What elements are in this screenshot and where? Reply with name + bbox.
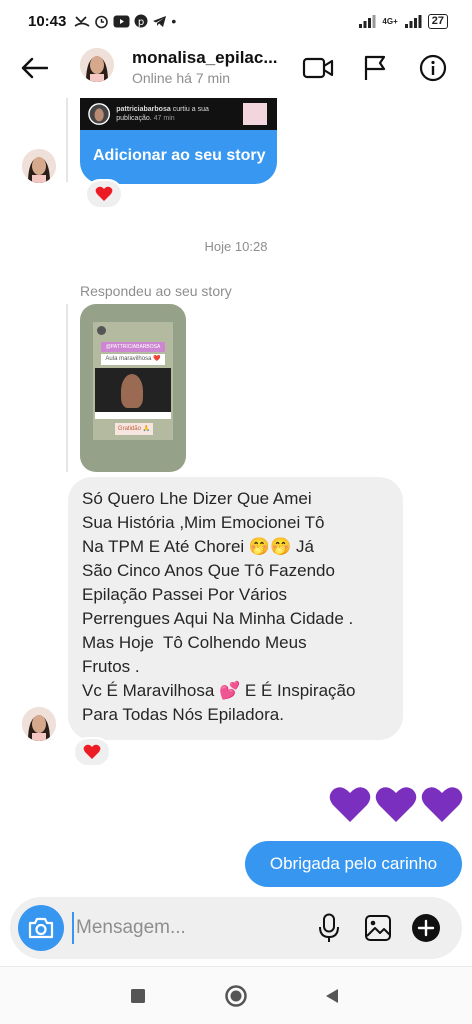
purple-heart-icon bbox=[421, 787, 463, 822]
home-circle-icon bbox=[225, 985, 247, 1007]
camera-icon bbox=[28, 917, 54, 939]
back-nav-button[interactable] bbox=[317, 981, 347, 1011]
story-thanks: Gratidão 🙏 bbox=[115, 423, 153, 435]
missed-call-icon bbox=[74, 16, 90, 27]
notification-thumbnail bbox=[242, 103, 267, 125]
recent-apps-button[interactable] bbox=[123, 981, 153, 1011]
signal-icon-2 bbox=[404, 14, 422, 28]
purple-heart-icon bbox=[329, 787, 371, 822]
chat-header: monalisa_epilac... Online há 7 min bbox=[0, 42, 472, 98]
gallery-button[interactable] bbox=[360, 910, 396, 946]
more-notifications-icon: • bbox=[171, 13, 177, 29]
story-author-avatar bbox=[97, 326, 106, 335]
notification-avatar bbox=[88, 103, 111, 125]
heart-icon bbox=[95, 186, 113, 201]
flag-icon bbox=[364, 55, 386, 80]
heart-icon bbox=[83, 744, 101, 759]
story-strip bbox=[95, 412, 171, 419]
heart-reaction[interactable] bbox=[73, 737, 111, 767]
notification-user: pattriciabarbosa bbox=[116, 106, 171, 113]
story-card-notification: pattriciabarbosa curtiu a sua publicação… bbox=[80, 98, 277, 130]
avatar-photo bbox=[22, 707, 56, 741]
received-message-bubble[interactable]: Só Quero Lhe Dizer Que Amei Sua História… bbox=[68, 477, 403, 740]
signal-icon bbox=[359, 14, 376, 28]
purple-heart-icon bbox=[375, 787, 417, 822]
sent-message-bubble[interactable]: Obrigada pelo carinho bbox=[245, 841, 462, 887]
heart-reaction[interactable] bbox=[85, 179, 123, 209]
avatar[interactable] bbox=[22, 149, 56, 183]
voice-message-button[interactable] bbox=[311, 910, 347, 946]
sent-hearts-message[interactable] bbox=[328, 784, 464, 824]
back-button[interactable] bbox=[16, 50, 52, 86]
status-bar: 10:43 p • 4G+ 27 bbox=[0, 0, 472, 42]
svg-text:p: p bbox=[138, 17, 144, 28]
network-type: 4G+ bbox=[382, 16, 398, 26]
status-time: 10:43 bbox=[28, 12, 67, 30]
video-call-icon bbox=[302, 57, 334, 79]
telegram-icon bbox=[153, 15, 167, 27]
triangle-back-icon bbox=[326, 989, 338, 1003]
system-nav-bar bbox=[0, 966, 472, 1024]
avatar[interactable] bbox=[80, 48, 114, 82]
image-icon bbox=[365, 915, 391, 941]
notification-time: 47 min bbox=[153, 115, 175, 122]
avatar[interactable] bbox=[22, 707, 56, 741]
message-input[interactable] bbox=[72, 912, 302, 944]
story-mention-tag: @PATTRICIABARBOSA bbox=[101, 342, 165, 352]
pinterest-icon: p bbox=[134, 14, 148, 28]
story-content: @PATTRICIABARBOSA Aula maravilhosa ❤️ Gr… bbox=[93, 322, 173, 440]
square-icon bbox=[131, 989, 145, 1003]
story-photo bbox=[95, 368, 171, 412]
status-notification-icons: p • bbox=[74, 14, 176, 29]
thread-line bbox=[66, 304, 68, 472]
story-caption: Aula maravilhosa ❤️ bbox=[101, 354, 165, 365]
avatar-photo bbox=[80, 48, 114, 82]
camera-button[interactable] bbox=[18, 905, 64, 951]
info-icon bbox=[419, 54, 447, 82]
plus-circle-icon bbox=[412, 914, 440, 942]
story-reply-thumbnail[interactable]: @PATTRICIABARBOSA Aula maravilhosa ❤️ Gr… bbox=[80, 304, 186, 472]
story-reply-label: Respondeu ao seu story bbox=[80, 283, 232, 299]
more-options-button[interactable] bbox=[408, 910, 444, 946]
info-button[interactable] bbox=[415, 50, 451, 86]
shared-story-card[interactable]: pattriciabarbosa curtiu a sua publicação… bbox=[80, 98, 277, 184]
alarm-icon bbox=[95, 15, 109, 28]
contact-status: Online há 7 min bbox=[132, 70, 231, 86]
thread-line bbox=[66, 98, 68, 182]
youtube-icon bbox=[113, 15, 130, 27]
contact-name[interactable]: monalisa_epilac... bbox=[132, 48, 278, 68]
message-timestamp: Hoje 10:28 bbox=[204, 239, 268, 254]
video-call-button[interactable] bbox=[300, 50, 336, 86]
avatar-photo bbox=[22, 149, 56, 183]
add-to-story-button[interactable]: Adicionar ao seu story bbox=[80, 130, 277, 184]
home-button[interactable] bbox=[221, 981, 251, 1011]
message-composer bbox=[10, 897, 462, 959]
report-button[interactable] bbox=[357, 50, 393, 86]
status-system-icons: 4G+ 27 bbox=[358, 13, 448, 29]
microphone-icon bbox=[319, 913, 339, 942]
battery-icon: 27 bbox=[427, 13, 448, 29]
back-arrow-icon bbox=[21, 57, 48, 79]
